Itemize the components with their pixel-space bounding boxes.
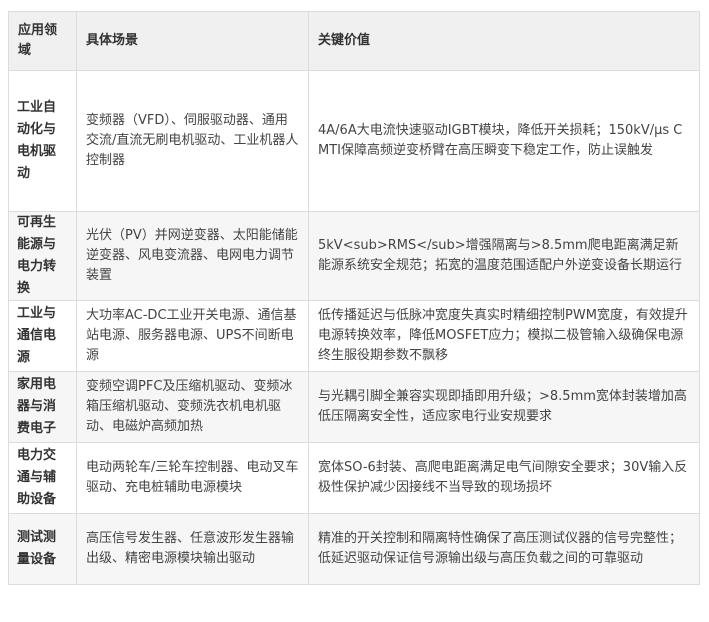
header-key-value: 关键价值 <box>308 11 700 71</box>
row-scene: 电动两轮车/三轮车控制器、电动叉车驱动、充电桩辅助电源模块 <box>76 442 309 514</box>
row-field: 工业自动化与电机驱动 <box>8 70 77 212</box>
row-value: 5kV<sub>RMS</sub>增强隔离与>8.5mm爬电距离满足新能源系统安… <box>308 211 700 301</box>
row-scene: 大功率AC-DC工业开关电源、通信基站电源、服务器电源、UPS不间断电源 <box>76 300 309 372</box>
row-value: 4A/6A大电流快速驱动IGBT模块，降低开关损耗；150kV/μs CMTI保… <box>308 70 700 212</box>
row-field: 测试测量设备 <box>8 513 77 585</box>
row-scene: 高压信号发生器、任意波形发生器输出级、精密电源模块输出驱动 <box>76 513 309 585</box>
row-value: 与光耦引脚全兼容实现即插即用升级；>8.5mm宽体封装增加高低压隔离安全性，适应… <box>308 371 700 443</box>
table-header-row: 应用领域 具体场景 关键价值 <box>8 11 700 71</box>
application-table: 应用领域 具体场景 关键价值 工业自动化与电机驱动 变频器（VFD）、伺服驱动器… <box>8 11 700 585</box>
application-table-container: 应用领域 具体场景 关键价值 工业自动化与电机驱动 变频器（VFD）、伺服驱动器… <box>8 11 700 585</box>
row-field: 工业与通信电源 <box>8 300 77 372</box>
row-scene: 光伏（PV）并网逆变器、太阳能储能逆变器、风电变流器、电网电力调节装置 <box>76 211 309 301</box>
table-row: 电力交通与辅助设备 电动两轮车/三轮车控制器、电动叉车驱动、充电桩辅助电源模块 … <box>8 442 700 514</box>
row-value: 宽体SO-6封装、高爬电距离满足电气间隙安全要求；30V输入反极性保护减少因接线… <box>308 442 700 514</box>
table-row: 家用电器与消费电子 变频空调PFC及压缩机驱动、变频冰箱压缩机驱动、变频洗衣机电… <box>8 371 700 443</box>
table-row: 测试测量设备 高压信号发生器、任意波形发生器输出级、精密电源模块输出驱动 精准的… <box>8 513 700 585</box>
table-row: 可再生能源与电力转换 光伏（PV）并网逆变器、太阳能储能逆变器、风电变流器、电网… <box>8 211 700 301</box>
row-scene: 变频空调PFC及压缩机驱动、变频冰箱压缩机驱动、变频洗衣机电机驱动、电磁炉高频加… <box>76 371 309 443</box>
row-field: 家用电器与消费电子 <box>8 371 77 443</box>
table-row: 工业与通信电源 大功率AC-DC工业开关电源、通信基站电源、服务器电源、UPS不… <box>8 300 700 372</box>
row-field: 电力交通与辅助设备 <box>8 442 77 514</box>
row-value: 精准的开关控制和隔离特性确保了高压测试仪器的信号完整性；低延迟驱动保证信号源输出… <box>308 513 700 585</box>
header-application-field: 应用领域 <box>8 11 77 71</box>
header-specific-scenario: 具体场景 <box>76 11 309 71</box>
table-row: 工业自动化与电机驱动 变频器（VFD）、伺服驱动器、通用交流/直流无刷电机驱动、… <box>8 70 700 212</box>
row-value: 低传播延迟与低脉冲宽度失真实时精细控制PWM宽度，有效提升电源转换效率，降低MO… <box>308 300 700 372</box>
row-field: 可再生能源与电力转换 <box>8 211 77 301</box>
row-scene: 变频器（VFD）、伺服驱动器、通用交流/直流无刷电机驱动、工业机器人控制器 <box>76 70 309 212</box>
